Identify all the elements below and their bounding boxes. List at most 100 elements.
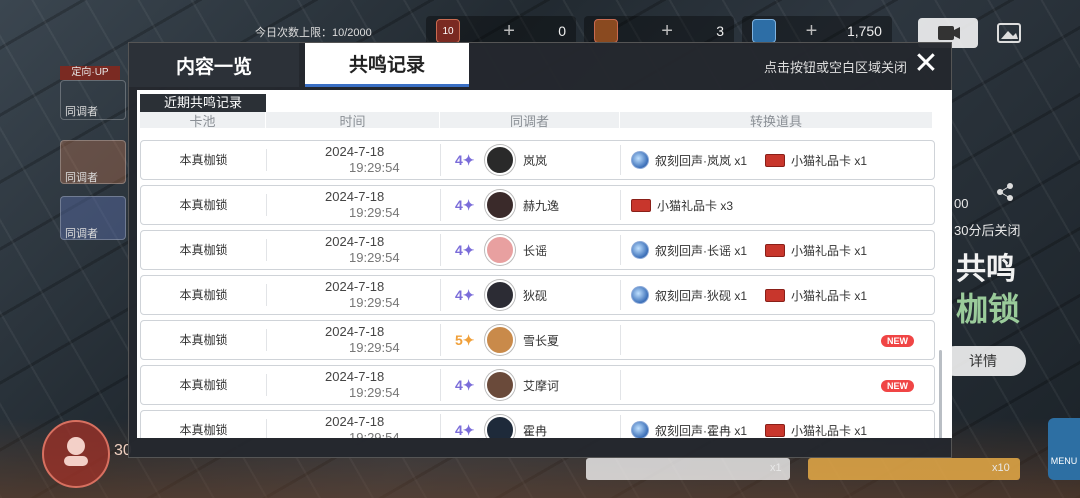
side-banner-1[interactable]: 同调者 (60, 80, 126, 120)
table-row: 本真枷锁 2024-7-18 19:29:54 4✦ 艾摩诃 NEW (140, 365, 935, 405)
reward-item: 小猫礼品卡 x1 (765, 422, 867, 439)
echo-sphere-icon (631, 421, 649, 438)
pull-time: 2024-7-18 19:29:54 (267, 324, 441, 356)
banner-title-1: 共鸣 (956, 253, 1016, 286)
ten-pull-count: x10 (992, 462, 1010, 474)
menu-button[interactable]: MENU (1048, 418, 1080, 480)
scrollbar[interactable] (939, 350, 942, 438)
side-banner-label: 同调者 (65, 172, 98, 184)
add-icon[interactable]: + (503, 20, 515, 43)
reward-item: 叙刻回声·岚岚 x1 (631, 151, 747, 169)
pull-clock: 19:29:54 (349, 385, 400, 400)
character-name: 赫九逸 (523, 198, 560, 213)
reward-label: 叙刻回声·狄砚 x1 (655, 288, 748, 303)
pull-date: 2024-7-18 (325, 144, 385, 159)
echo-sphere-icon (631, 151, 649, 169)
rarity-badge: 4✦ (455, 421, 475, 438)
header-time: 时间 (266, 112, 440, 129)
character-avatar (485, 280, 515, 310)
rarity-badge: 4✦ (455, 241, 475, 258)
pull-clock: 19:29:54 (349, 295, 400, 310)
pull-date: 2024-7-18 (325, 189, 385, 204)
close-timer-text: 30分后关闭 (954, 223, 1021, 238)
character-cell: 4✦ 长谣 (441, 235, 621, 265)
pool-name: 本真枷锁 (141, 194, 267, 216)
rarity-value: 4 (455, 196, 463, 213)
character-cell: 5✦ 雪长夏 (441, 325, 621, 355)
character-name: 狄砚 (523, 288, 548, 303)
character-avatar (485, 235, 515, 265)
reward-items: 叙刻回声·霍冉 x1 小猫礼品卡 x1 (621, 421, 934, 438)
character-avatar (485, 190, 515, 220)
details-button[interactable]: 详情 (940, 346, 1026, 376)
pull-date: 2024-7-18 (325, 324, 385, 339)
character-name: 雪长夏 (523, 333, 560, 348)
pool-name: 本真枷锁 (141, 329, 267, 351)
character-cell: 4✦ 霍冉 (441, 415, 621, 438)
rarity-badge: 4✦ (455, 196, 475, 213)
pool-name: 本真枷锁 (141, 374, 267, 396)
character-avatar (485, 325, 515, 355)
reward-items: 小猫礼品卡 x3 (621, 197, 934, 214)
rarity-value: 4 (455, 286, 463, 303)
new-badge: NEW (881, 380, 914, 392)
character-cell: 4✦ 赫九逸 (441, 190, 621, 220)
character-avatar (485, 370, 515, 400)
pool-name: 本真枷锁 (141, 284, 267, 306)
character-name: 艾摩诃 (523, 378, 560, 393)
reward-label: 叙刻回声·霍冉 x1 (655, 423, 748, 438)
close-hint: 点击按钮或空白区域关闭 (763, 60, 907, 75)
pull-clock: 19:29:54 (349, 340, 400, 355)
pool-name: 本真枷锁 (141, 419, 267, 438)
pull-clock: 19:29:54 (349, 430, 400, 438)
ten-pull-button[interactable] (808, 458, 1020, 480)
character-name: 长谣 (523, 243, 548, 258)
add-icon[interactable]: + (661, 20, 673, 43)
share-icon[interactable] (990, 182, 1020, 202)
table-row: 本真枷锁 2024-7-18 19:29:54 5✦ 雪长夏 NEW (140, 320, 935, 360)
record-list[interactable]: 本真枷锁 2024-7-18 19:29:54 4✦ 岚岚 叙刻回声·岚岚 x1… (140, 140, 935, 438)
pull-date: 2024-7-18 (325, 234, 385, 249)
rarity-value: 4 (455, 151, 463, 168)
ticket-icon: 10 (436, 19, 460, 43)
tab-content-overview[interactable]: 内容一览 (129, 43, 299, 87)
reward-label: 叙刻回声·长谣 x1 (655, 243, 748, 258)
gift-card-icon (631, 198, 651, 212)
reward-item: 叙刻回声·狄砚 x1 (631, 286, 747, 304)
pull-time: 2024-7-18 19:29:54 (267, 144, 441, 176)
table-row: 本真枷锁 2024-7-18 19:29:54 4✦ 霍冉 叙刻回声·霍冉 x1… (140, 410, 935, 438)
add-icon[interactable]: + (806, 20, 818, 43)
tab-resonance-record[interactable]: 共鸣记录 (305, 43, 469, 87)
side-banner-2[interactable]: 同调者 (60, 140, 126, 184)
gacha-history-modal: 内容一览 共鸣记录 点击按钮或空白区域关闭 ✕ 近期共鸣记录 卡池 时间 同调者… (128, 42, 952, 458)
header-character: 同调者 (440, 112, 620, 129)
rarity-value: 5 (455, 331, 463, 348)
reward-label: 小猫礼品卡 x1 (791, 153, 868, 168)
rarity-badge: 5✦ (455, 331, 475, 348)
close-icon[interactable]: ✕ (913, 49, 939, 79)
reward-label: 小猫礼品卡 x3 (657, 198, 734, 213)
table-row: 本真枷锁 2024-7-18 19:29:54 4✦ 长谣 叙刻回声·长谣 x1… (140, 230, 935, 270)
side-banner-label: 同调者 (65, 228, 98, 240)
profile-avatar[interactable] (42, 420, 110, 488)
reward-item: 小猫礼品卡 x1 (765, 287, 867, 304)
reward-items: 叙刻回声·狄砚 x1 小猫礼品卡 x1 (621, 286, 934, 304)
rate-up-tag: 定向·UP (60, 66, 120, 80)
currency-count: 1,750 (846, 23, 882, 39)
user-icon (64, 437, 88, 466)
table-row: 本真枷锁 2024-7-18 19:29:54 4✦ 赫九逸 小猫礼品卡 x3 (140, 185, 935, 225)
pull-time: 2024-7-18 19:29:54 (267, 234, 441, 266)
reward-items: 叙刻回声·岚岚 x1 小猫礼品卡 x1 (621, 151, 934, 169)
character-avatar (485, 415, 515, 438)
section-title: 近期共鸣记录 (140, 94, 266, 112)
rarity-badge: 4✦ (455, 286, 475, 303)
single-pull-button[interactable] (586, 458, 790, 480)
character-avatar (485, 145, 515, 175)
pull-time: 2024-7-18 19:29:54 (267, 279, 441, 311)
side-banner-label: 同调者 (65, 106, 98, 118)
side-banner-3[interactable]: 同调者 (60, 196, 126, 240)
gallery-button[interactable] (992, 18, 1028, 48)
rarity-value: 4 (455, 241, 463, 258)
pull-date: 2024-7-18 (325, 369, 385, 384)
pull-clock: 19:29:54 (349, 160, 400, 175)
